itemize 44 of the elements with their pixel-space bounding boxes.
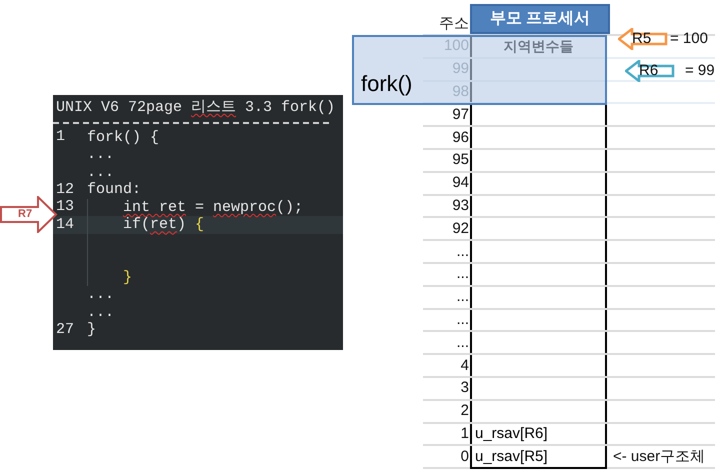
register-value: = 100 [670, 30, 708, 48]
line-number: 27 [56, 320, 74, 338]
address-cell: 1 [460, 424, 469, 443]
code-line: } [123, 268, 132, 286]
address-cell: ... [456, 265, 469, 284]
address-cell: 0 [460, 448, 469, 466]
address-cell: ... [456, 310, 469, 329]
line-number: 13 [56, 198, 74, 215]
memory-cell: u_rsav[R6] [470, 424, 607, 444]
column-header: 부모 프로세서 [470, 4, 610, 34]
memory-cell: u_rsav[R5] [470, 446, 607, 470]
address-cell: ... [456, 334, 469, 352]
annotation: <- user구조체 [613, 448, 706, 466]
code-line: found: [87, 181, 142, 198]
register-name: R5 [632, 30, 652, 48]
address-cell: ... [456, 242, 469, 261]
pointer-label: R7 [18, 207, 32, 222]
code-line: ... [87, 304, 114, 321]
line-number: 1 [56, 128, 66, 145]
code-line: } [87, 321, 96, 338]
register-name: R6 [639, 62, 658, 80]
code-line: if(ret) { [123, 216, 204, 234]
address-cell: 4 [460, 356, 469, 375]
frame-label: fork() [361, 71, 412, 98]
line-number: 14 [56, 216, 74, 232]
address-cell: 3 [460, 379, 469, 398]
address-cell: 2 [460, 402, 469, 420]
code-line: ... [87, 146, 114, 164]
code-line: ... [87, 164, 114, 181]
address-cell: 97 [452, 106, 469, 124]
address-cell: 95 [452, 151, 469, 170]
address-cell: 94 [452, 174, 469, 192]
code-line: ... [87, 286, 114, 304]
address-header: 주소 [439, 14, 469, 34]
line-number: 12 [56, 180, 74, 198]
register-value: = 99 [685, 62, 715, 80]
address-cell: 93 [452, 196, 469, 215]
address-cell: ... [456, 288, 469, 306]
code-line: fork() { [87, 128, 160, 146]
code-line: int ret = newproc(); [123, 198, 304, 216]
memory-cell: 지역변수들 [470, 36, 607, 57]
address-cell: 92 [452, 220, 469, 238]
code-title: UNIX V6 72page 리스트 3.3 fork() [56, 99, 336, 116]
address-cell: 96 [452, 128, 469, 147]
